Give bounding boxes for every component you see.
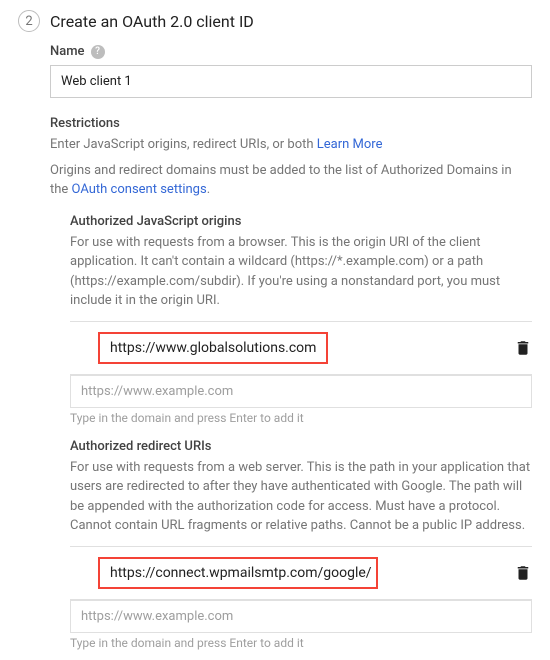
js-origins-title: Authorized JavaScript origins bbox=[70, 214, 532, 229]
name-label-text: Name bbox=[50, 44, 85, 59]
restrictions-intro: Enter JavaScript origins, redirect URIs,… bbox=[50, 135, 532, 155]
redirect-uri-value[interactable]: https://connect.wpmailsmtp.com/google/ bbox=[98, 557, 378, 589]
redirect-uris-desc: For use with requests from a web server.… bbox=[70, 458, 532, 536]
oauth-consent-link[interactable]: OAuth consent settings bbox=[72, 182, 207, 197]
restrictions-intro-text: Enter JavaScript origins, redirect URIs,… bbox=[50, 137, 317, 152]
js-origin-add-input[interactable] bbox=[70, 375, 532, 408]
trash-icon[interactable] bbox=[514, 563, 532, 583]
trash-icon[interactable] bbox=[514, 338, 532, 358]
restrictions-title: Restrictions bbox=[50, 116, 532, 131]
redirect-uris-section: Authorized redirect URIs For use with re… bbox=[70, 439, 532, 650]
step-number-badge: 2 bbox=[18, 10, 40, 32]
help-icon[interactable]: ? bbox=[91, 45, 105, 59]
redirect-uri-row: https://connect.wpmailsmtp.com/google/ bbox=[70, 547, 532, 599]
js-origin-hint: Type in the domain and press Enter to ad… bbox=[70, 411, 532, 425]
step-header: 2 Create an OAuth 2.0 client ID bbox=[18, 10, 532, 32]
js-origins-desc: For use with requests from a browser. Th… bbox=[70, 233, 532, 311]
redirect-uri-add-input[interactable] bbox=[70, 600, 532, 633]
js-origin-row: https://www.globalsolutions.com bbox=[70, 322, 532, 374]
redirect-uris-title: Authorized redirect URIs bbox=[70, 439, 532, 454]
redirect-uri-hint: Type in the domain and press Enter to ad… bbox=[70, 636, 532, 650]
name-field[interactable] bbox=[50, 65, 532, 98]
page-title: Create an OAuth 2.0 client ID bbox=[50, 12, 254, 31]
js-origins-section: Authorized JavaScript origins For use wi… bbox=[70, 214, 532, 425]
learn-more-link[interactable]: Learn More bbox=[317, 137, 383, 152]
restrictions-note: Origins and redirect domains must be add… bbox=[50, 161, 532, 200]
name-label: Name ? bbox=[50, 44, 532, 59]
restrictions-note-suffix: . bbox=[207, 182, 210, 197]
js-origin-value[interactable]: https://www.globalsolutions.com bbox=[98, 332, 328, 364]
